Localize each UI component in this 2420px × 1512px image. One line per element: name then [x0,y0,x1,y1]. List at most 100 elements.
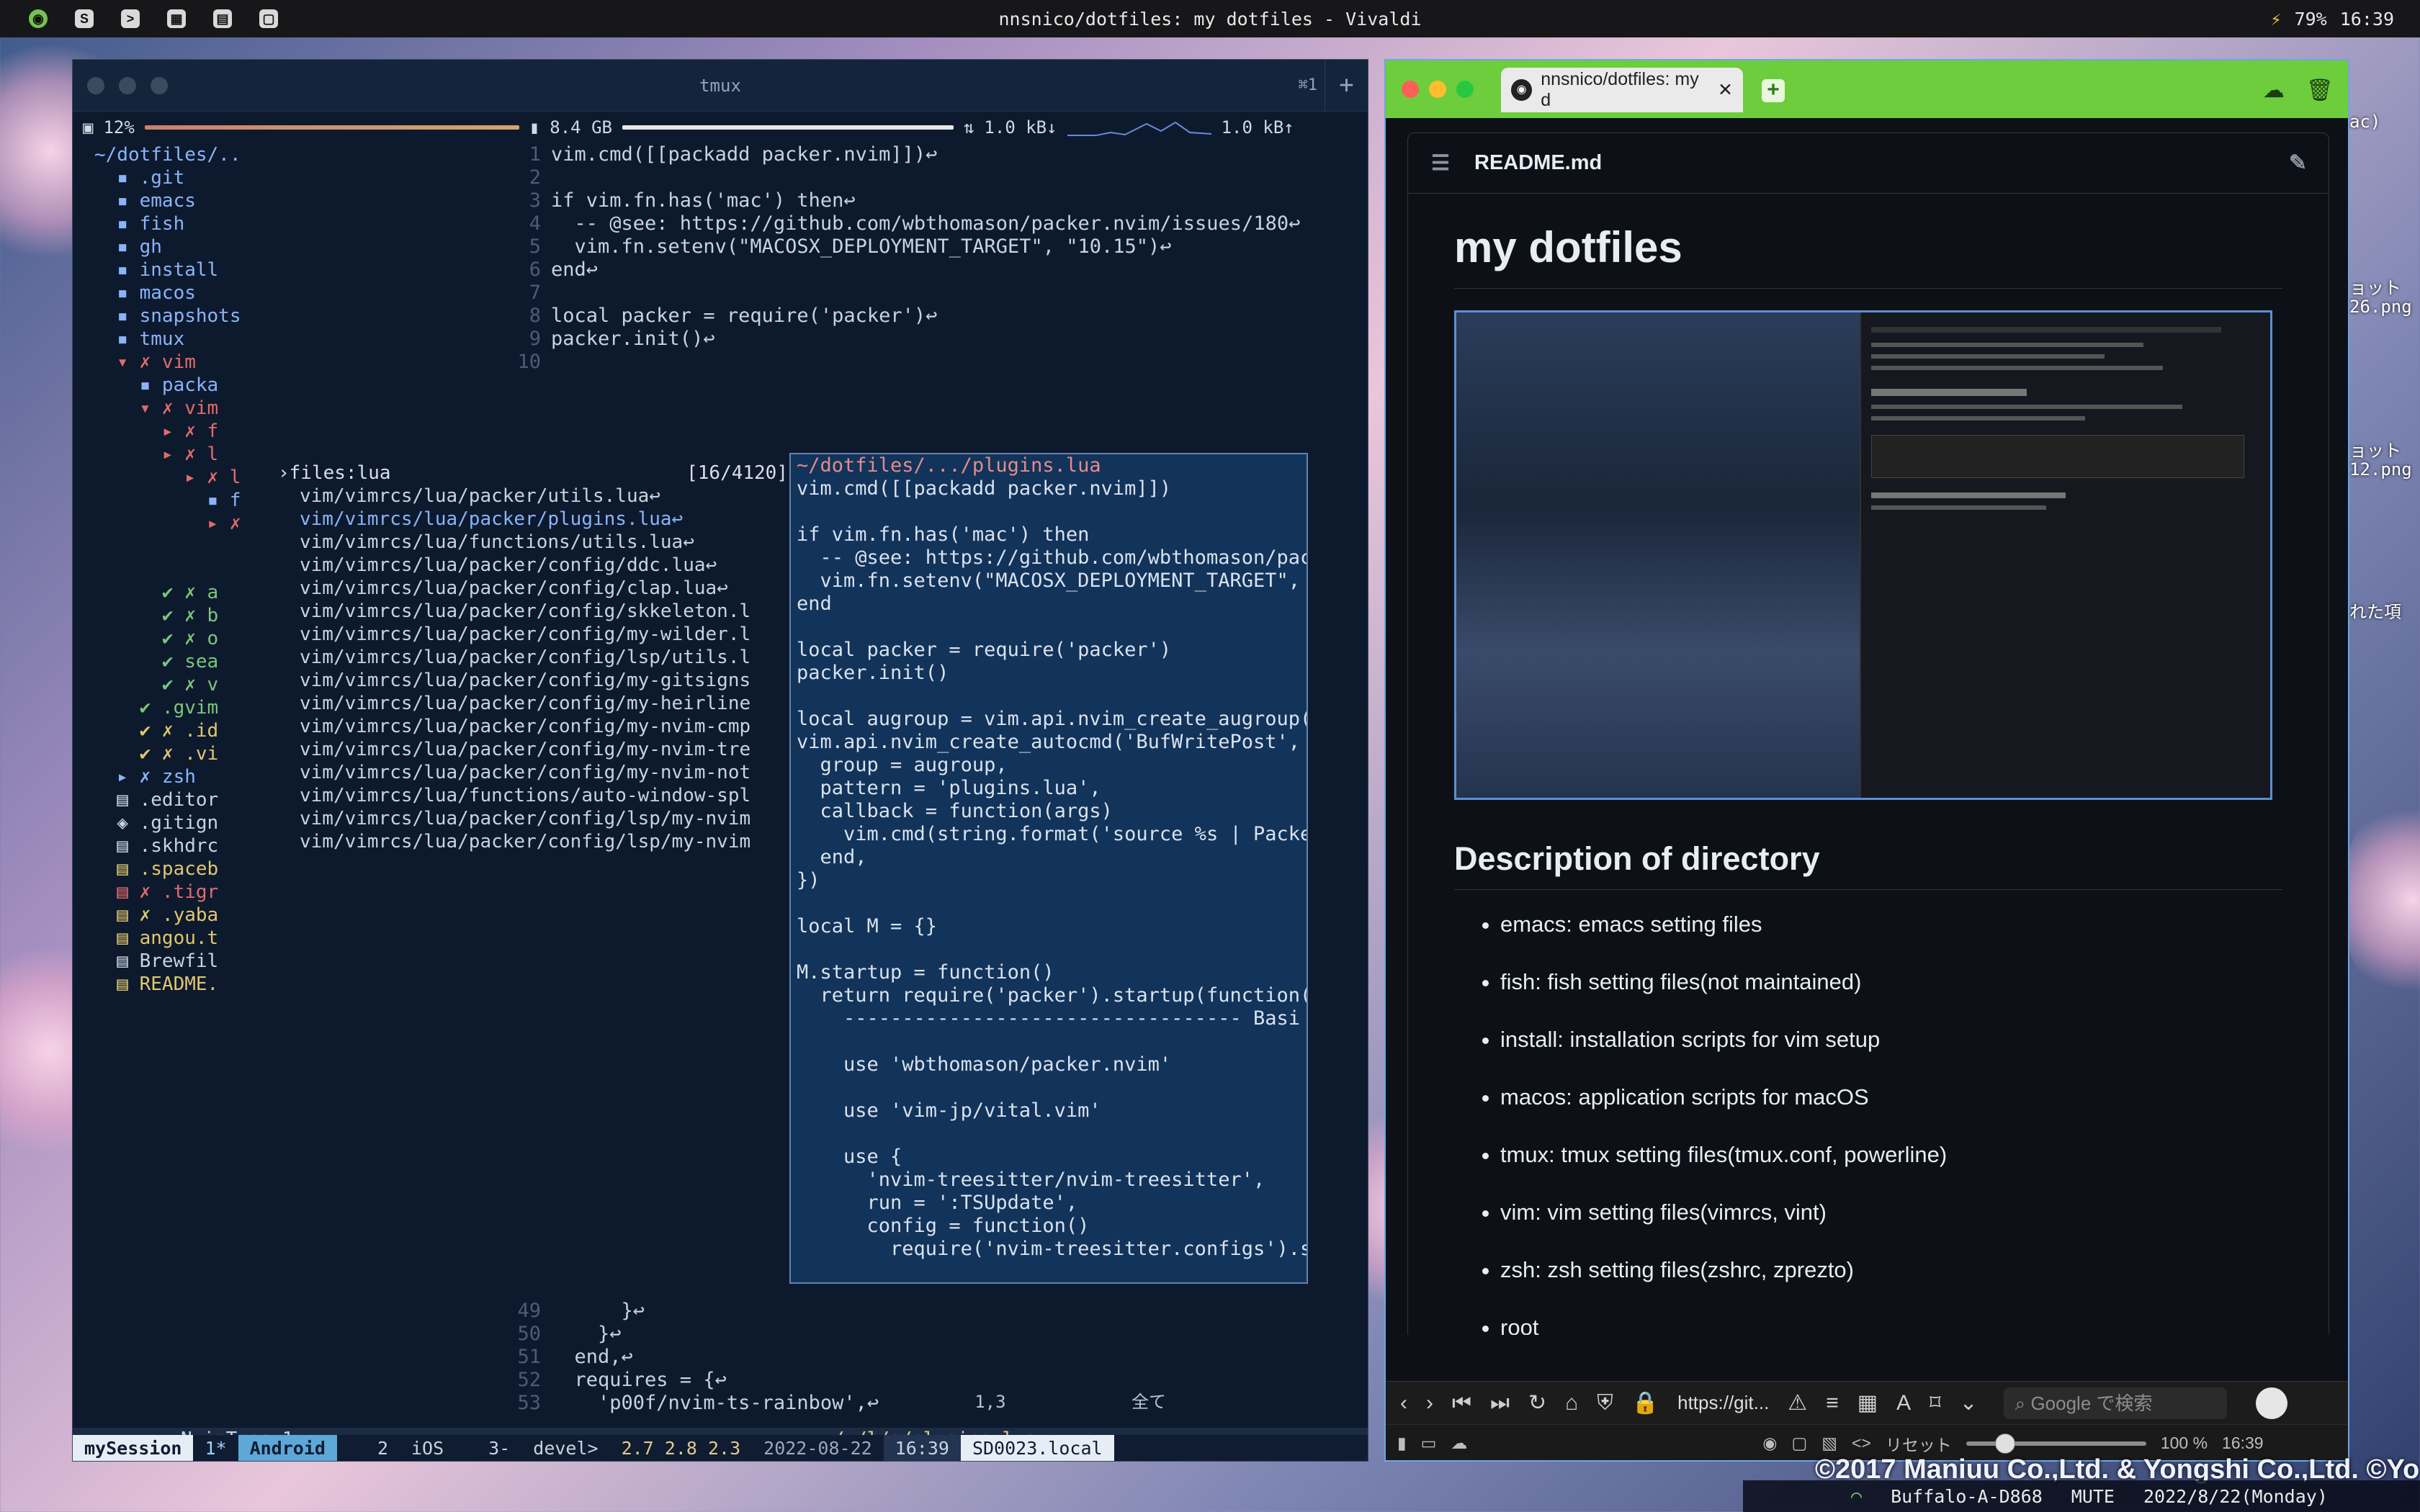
terminal-icon[interactable]: > [121,9,140,28]
zoom-slider-knob[interactable] [1994,1433,2015,1454]
app-icon[interactable]: ◉ [29,9,48,28]
file-tree-item[interactable]: ▪ install [94,258,498,282]
desktop-file-label[interactable]: 12.png [2349,459,2412,480]
app-icon[interactable]: ▦ [167,9,186,28]
desktop-file-label[interactable]: 26.png [2349,297,2412,317]
finder-result[interactable]: vim/vimrcs/lua/packer/config/lsp/my-nvim [278,807,797,830]
zoom-button[interactable] [1456,81,1474,98]
new-tab-button[interactable]: + [1762,79,1785,102]
back-icon[interactable]: ‹ [1400,1391,1407,1416]
app-icon[interactable]: ▢ [259,9,278,28]
tmux-window[interactable]: devel> [521,1435,609,1461]
finder-result[interactable]: vim/vimrcs/lua/packer/config/my-gitsigns [278,669,797,692]
app-icon[interactable]: ▤ [213,9,232,28]
image-icon[interactable]: ▧ [1821,1434,1837,1453]
tab-tiling-icon[interactable]: ▭ [1421,1434,1437,1453]
file-tree-item[interactable]: ▪ snapshots [94,305,498,328]
tmux-window-active[interactable]: Android [238,1435,337,1461]
code-line[interactable]: 8 local packer = require('packer')↩ [505,305,1362,328]
address-bar[interactable]: https://git... [1677,1392,1769,1414]
edit-icon[interactable]: ✎ [2289,150,2307,176]
file-tree-item[interactable]: ▪ gh [94,235,498,258]
code-line[interactable]: 3 if vim.fn.has('mac') then↩ [505,189,1362,212]
search-field[interactable]: ⌕ Google で検索 [2003,1387,2227,1419]
window-icon[interactable]: ▢ [1791,1434,1807,1453]
file-tree-item[interactable]: ▪ packa [94,374,498,397]
file-tree-item[interactable]: ▪ .git [94,166,498,189]
battery-icon[interactable]: ⚡ [2271,9,2282,30]
desktop-file-label[interactable]: ョット [2349,274,2401,299]
file-tree-item[interactable]: ▤ ✗ .tigr [94,881,498,904]
finder-result[interactable]: vim/vimrcs/lua/packer/utils.lua↩ [278,485,797,508]
code-line[interactable]: 51 end,↩ [505,1346,1362,1369]
finder-result[interactable]: vim/vimrcs/lua/functions/auto-window-spl [278,784,797,807]
readme-screenshot[interactable] [1454,310,2272,800]
home-icon[interactable]: ⌂ [1565,1391,1578,1416]
close-tab-icon[interactable]: ✕ [1718,79,1733,101]
capture-icon[interactable]: ◉ [1762,1434,1777,1453]
shield-icon[interactable]: ⛨ [1597,1391,1613,1416]
tmux-session[interactable]: mySession [73,1435,194,1461]
cloud-icon[interactable]: ☁ [2263,78,2285,103]
app-icon[interactable]: S [75,9,94,28]
file-tree-item[interactable]: ▪ macos [94,282,498,305]
desktop-file-label[interactable]: れた項 [2349,598,2401,623]
finder-result[interactable]: vim/vimrcs/lua/packer/config/my-nvim-cmp [278,715,797,738]
code-line[interactable]: 10 [505,351,1362,374]
finder-result[interactable]: vim/vimrcs/lua/packer/config/my-heirline [278,692,797,715]
finder-result[interactable]: vim/vimrcs/lua/packer/config/my-wilder.l [278,623,797,646]
readme-filename[interactable]: README.md [1474,151,1602,175]
forward-icon[interactable]: › [1426,1391,1433,1416]
finder-result[interactable]: vim/vimrcs/lua/packer/config/lsp/my-nvim [278,830,797,853]
reader-icon[interactable]: ≡ [1826,1391,1839,1416]
close-button[interactable] [1402,81,1419,98]
finder-prompt[interactable]: ›files:lua [278,462,391,485]
translate-icon[interactable]: A [1896,1391,1911,1416]
qr-icon[interactable]: ▦ [1857,1390,1878,1416]
panel-toggle-icon[interactable]: ▮ [1397,1434,1407,1453]
code-line[interactable]: 52 requires = {↩ [505,1369,1362,1392]
bookmark-icon[interactable]: ⌑ [1930,1390,1940,1416]
code-line[interactable]: 53 'p00f/nvim-ts-rainbow',↩ [505,1392,1362,1415]
fuzzy-finder[interactable]: ›files:lua [16/4120] vim/vimrcs/lua/pack… [278,462,797,865]
warning-icon[interactable]: ⚠ [1788,1390,1807,1416]
tmux-window[interactable]: iOS [400,1435,455,1461]
tmux-window-index[interactable]: 1* [193,1435,238,1461]
code-icon[interactable]: <> [1852,1434,1871,1453]
file-tree-item[interactable]: ▤ README. [94,973,498,996]
zoom-slider[interactable] [1966,1433,2146,1454]
file-tree-item[interactable]: ▸ ✗ f [94,420,498,443]
file-tree-item[interactable]: ▾ ✗ vim [94,397,498,420]
code-buffer-tail[interactable]: 49 }↩ 50 }↩ 51 end,↩ 52 requires = {↩ 53 'p0… [505,1300,1362,1415]
battery-level[interactable]: 79% [2295,9,2327,30]
finder-result[interactable]: vim/vimrcs/lua/packer/config/my-nvim-not [278,761,797,784]
code-line[interactable]: 6 end↩ [505,258,1362,282]
code-line[interactable]: 49 }↩ [505,1300,1362,1323]
file-tree-item[interactable]: ▤ ✗ .yaba [94,904,498,927]
outline-icon[interactable]: ☰ [1431,150,1450,176]
finder-result[interactable]: vim/vimrcs/lua/functions/utils.lua↩ [278,531,797,554]
file-tree-item[interactable]: ~/dotfiles/.. [94,143,498,166]
file-tree-item[interactable]: ▤ angou.t [94,927,498,950]
finder-result[interactable]: vim/vimrcs/lua/packer/plugins.lua↩ [278,508,797,531]
code-line[interactable]: 7 [505,282,1362,305]
code-line[interactable]: 50 }↩ [505,1323,1362,1346]
zoom-reset-button[interactable]: リセット [1886,1431,1952,1456]
sync-cloud-icon[interactable]: ☁ [1451,1434,1467,1453]
rewind-icon[interactable]: ⏮ [1452,1391,1471,1416]
clock[interactable]: 16:39 [2340,9,2394,30]
file-tree-item[interactable]: ▤ Brewfil [94,950,498,973]
tmux-window-index[interactable]: 3- [477,1435,521,1461]
finder-result[interactable]: vim/vimrcs/lua/packer/config/my-nvim-tre [278,738,797,761]
reload-icon[interactable]: ↻ [1528,1390,1546,1416]
chevron-down-icon[interactable]: ⌄ [1960,1390,1978,1416]
finder-result[interactable]: vim/vimrcs/lua/packer/config/clap.lua↩ [278,577,797,600]
code-line[interactable]: 4 -- @see: https://github.com/wbthomason… [505,212,1362,235]
new-tab-button[interactable]: + [1325,60,1368,112]
file-tree-item[interactable]: ▪ tmux [94,328,498,351]
trash-icon[interactable]: 🗑 [2306,78,2334,103]
finder-result[interactable]: vim/vimrcs/lua/packer/config/lsp/utils.l [278,646,797,669]
finder-result[interactable]: vim/vimrcs/lua/packer/config/ddc.lua↩ [278,554,797,577]
file-tree-item[interactable]: ▾ ✗ vim [94,351,498,374]
file-tree-item[interactable]: ▪ fish [94,212,498,235]
